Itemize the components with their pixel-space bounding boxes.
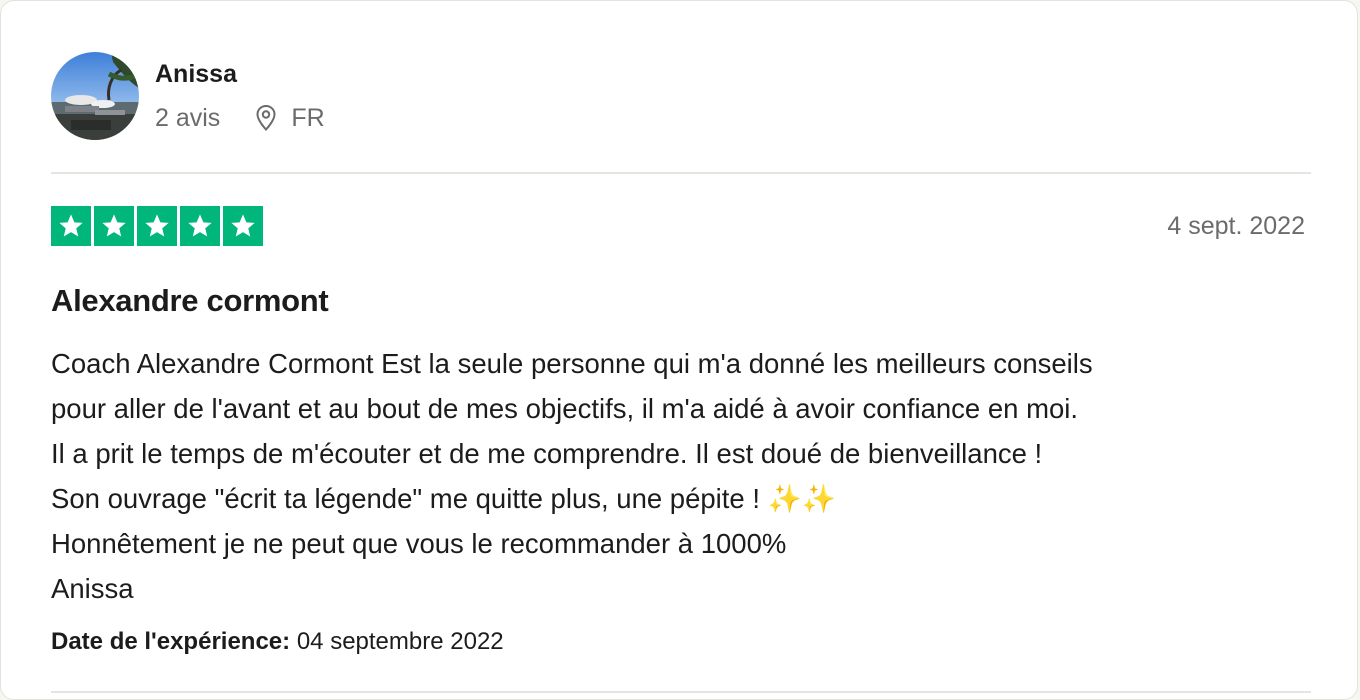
star-rating xyxy=(51,206,263,246)
sparkles-emoji: ✨✨ xyxy=(767,483,837,514)
reviewer-country: FR xyxy=(291,104,325,132)
review-body: Coach Alexandre Cormont Est la seule per… xyxy=(51,341,1321,611)
star-icon xyxy=(180,206,220,246)
star-icon xyxy=(223,206,263,246)
reviewer-name[interactable]: Anissa xyxy=(155,59,237,89)
avatar[interactable] xyxy=(51,52,139,140)
avatar-photo xyxy=(51,52,139,140)
divider xyxy=(51,172,1311,174)
review-line: pour aller de l'avant et au bout de mes … xyxy=(51,393,1079,424)
review-date: 4 sept. 2022 xyxy=(1167,212,1305,240)
divider xyxy=(51,691,1311,693)
experience-date-value: 04 septembre 2022 xyxy=(296,628,504,655)
review-line-text: Son ouvrage "écrit ta légende" me quitte… xyxy=(51,483,768,514)
review-line: Il a prit le temps de m'écouter et de me… xyxy=(51,438,1043,469)
review-line: Honnêtement je ne peut que vous le recom… xyxy=(51,528,787,559)
review-line: Coach Alexandre Cormont Est la seule per… xyxy=(51,348,1093,379)
review-card: Anissa 2 avis FR 4 sept. 2022 Alexandre … xyxy=(0,0,1358,700)
review-line: Anissa xyxy=(51,573,134,604)
experience-date: Date de l'expérience: 04 septembre 2022 xyxy=(51,627,504,657)
star-icon xyxy=(94,206,134,246)
review-line: Son ouvrage "écrit ta légende" me quitte… xyxy=(51,476,1321,521)
experience-date-label: Date de l'expérience: xyxy=(51,628,291,655)
location-pin-icon xyxy=(253,103,279,133)
review-title[interactable]: Alexandre cormont xyxy=(51,282,329,320)
review-count: 2 avis xyxy=(155,104,221,132)
reviewer-meta: 2 avis FR xyxy=(155,103,325,133)
star-icon xyxy=(51,206,91,246)
star-icon xyxy=(137,206,177,246)
